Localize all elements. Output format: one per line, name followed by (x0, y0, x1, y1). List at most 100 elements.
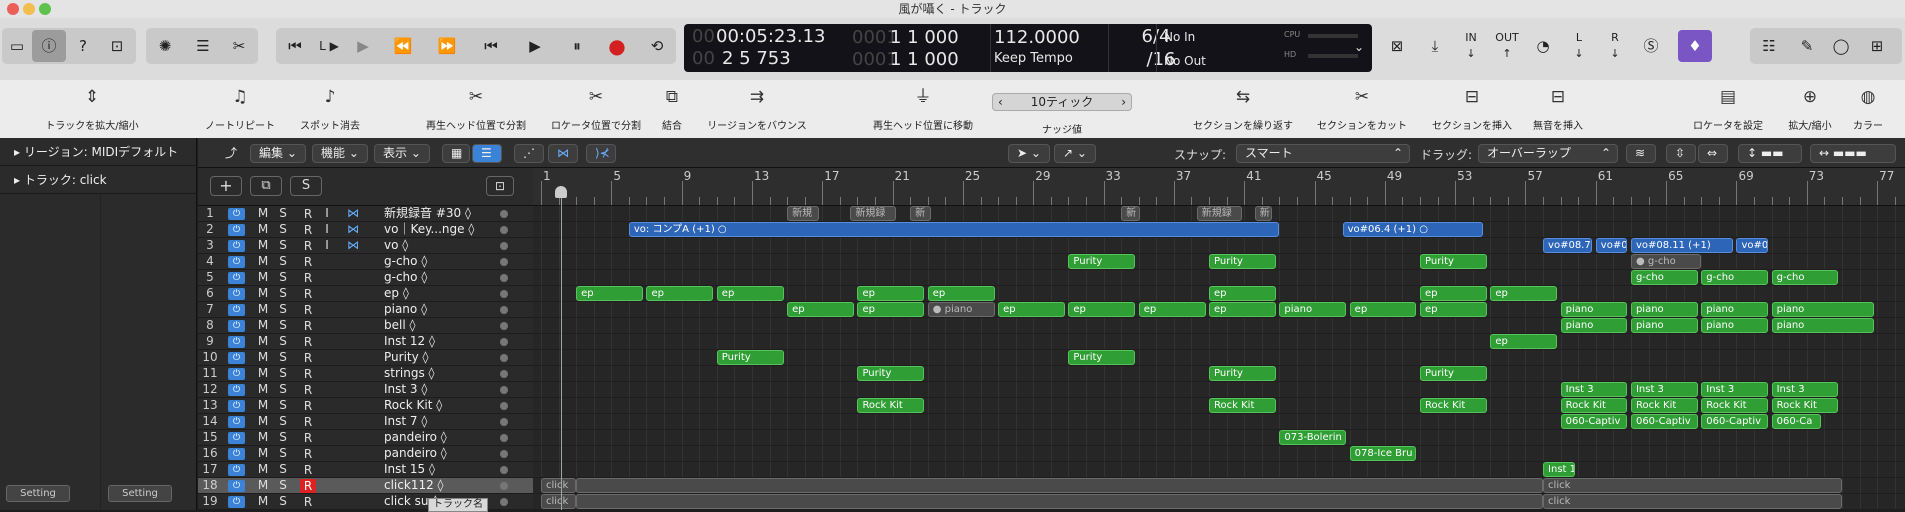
region[interactable]: Rock Kit (1209, 398, 1276, 413)
pointer-tool-icon[interactable]: ➤ ⌄ (1008, 144, 1050, 163)
track-name[interactable]: click112 ◊ (384, 478, 443, 493)
record-enable-button[interactable]: R (300, 383, 316, 397)
track-name[interactable]: piano ◊ (384, 302, 427, 317)
record-enable-button[interactable]: R (300, 255, 316, 269)
region[interactable]: vo#0 (1736, 238, 1769, 253)
region[interactable] (576, 478, 1544, 493)
track-row[interactable]: 14 ⏻ M S R Inst 7 ◊ (198, 414, 533, 430)
catch-playhead-icon[interactable]: ⊡ (486, 176, 514, 196)
region[interactable]: ep (1138, 302, 1206, 317)
solo-button[interactable]: S (276, 446, 290, 461)
solo-button[interactable]: S (276, 318, 290, 333)
power-icon[interactable]: ⏻ (228, 432, 245, 444)
track-row[interactable]: 2 ⏻ M S R I ⋈ vo｜Key...nge ◊ (198, 222, 533, 238)
region[interactable]: 新 (910, 206, 932, 221)
waveform-zoom-icon[interactable]: ≋ (1626, 144, 1656, 163)
power-icon[interactable]: ⏻ (228, 272, 245, 284)
vertical-fit-icon[interactable]: ⇳ (1666, 144, 1696, 163)
region[interactable]: vo: コンプA (+1) ○ (628, 222, 1280, 237)
arrangement-area[interactable]: 新規 新規録新新新規録新 vo: コンプA (+1) ○ vo#06.4 (+1) ○… (533, 206, 1905, 510)
mute-button[interactable]: M (256, 302, 270, 317)
mute-button[interactable]: M (256, 286, 270, 301)
punch-out-button[interactable]: OUT ↑ (1490, 30, 1524, 62)
punch-in-button[interactable]: IN ↓ (1454, 30, 1488, 62)
region[interactable]: Rock Kit (1630, 398, 1698, 413)
horizontal-zoom-slider[interactable]: ↔ ▬▬▬ (1810, 144, 1896, 163)
close-window-button[interactable] (7, 3, 19, 15)
region[interactable]: Purity (1420, 366, 1487, 381)
track-zoom-tool[interactable]: ⇕ トラックを拡大/縮小 (32, 86, 152, 132)
inspector-icon[interactable]: ⓘ (32, 30, 66, 62)
region[interactable]: ep (927, 286, 995, 301)
mute-button[interactable]: M (256, 270, 270, 285)
power-icon[interactable]: ⏻ (228, 224, 245, 236)
power-icon[interactable]: ⏻ (228, 320, 245, 332)
power-icon[interactable]: ⏻ (228, 368, 245, 380)
track-row[interactable]: 4 ⏻ M S Rg-cho ◊ (198, 254, 533, 270)
region[interactable]: piano (1279, 302, 1347, 317)
region[interactable]: g-cho (1771, 270, 1839, 285)
power-icon[interactable]: ⏻ (228, 304, 245, 316)
region[interactable]: ● piano (927, 302, 995, 317)
region[interactable]: ep (1209, 286, 1276, 301)
chevron-left-icon[interactable]: ‹ (998, 94, 1003, 110)
region[interactable] (576, 494, 1544, 509)
mute-button[interactable]: M (256, 398, 270, 413)
region[interactable]: 060-Captiv (1701, 414, 1769, 429)
quick-help-icon[interactable]: ? (66, 30, 100, 62)
chevron-right-icon[interactable]: › (1121, 94, 1126, 110)
solo-button[interactable]: S (276, 350, 290, 365)
track-row[interactable]: 12 ⏻ M S R Inst 3 ◊ (198, 382, 533, 398)
track-row[interactable]: 17 ⏻ M S R Inst 15 ◊ (198, 462, 533, 478)
mute-button[interactable]: M (256, 334, 270, 349)
region[interactable]: Purity (1209, 366, 1276, 381)
region[interactable]: Purity (716, 350, 784, 365)
record-enable-button[interactable]: R (300, 447, 316, 461)
region[interactable]: piano (1630, 302, 1698, 317)
region[interactable]: 新 (1121, 206, 1141, 221)
editors-scissors-icon[interactable]: ✂ (222, 30, 256, 62)
region[interactable]: Rock Kit (1701, 398, 1769, 413)
mute-button[interactable]: M (256, 350, 270, 365)
solo-button[interactable]: S (276, 238, 290, 253)
spot-erase-tool[interactable]: ♪ スポット消去 (270, 86, 390, 132)
solo-button[interactable]: S (276, 206, 290, 221)
right-locator-button[interactable]: R ↓ (1598, 30, 1632, 62)
track-name[interactable]: Inst 3 ◊ (384, 382, 427, 397)
mute-button[interactable]: M (256, 222, 270, 237)
region[interactable]: ep (576, 286, 643, 301)
solo-button[interactable]: S (276, 334, 290, 349)
region[interactable]: ep (1420, 302, 1487, 317)
record-enable-button[interactable]: R (300, 415, 316, 429)
global-solo-button[interactable]: S (290, 176, 322, 196)
solo-button[interactable]: S (276, 382, 290, 397)
snap-select[interactable]: スマート ⌃ (1236, 144, 1410, 163)
power-icon[interactable]: ⏻ (228, 400, 245, 412)
add-track-button[interactable]: + (210, 176, 242, 196)
autopunch-icon[interactable]: ⊠ (1380, 30, 1414, 62)
region[interactable]: ep (716, 286, 784, 301)
list-editors-icon[interactable]: ☷ (1752, 30, 1786, 62)
mute-button[interactable]: M (256, 206, 270, 221)
track-name[interactable]: g-cho ◊ (384, 254, 427, 269)
power-icon[interactable]: ⏻ (228, 256, 245, 268)
track-inspector-header[interactable]: ▸ トラック: click (0, 166, 197, 194)
power-icon[interactable]: ⏻ (228, 496, 245, 508)
playhead[interactable] (561, 190, 562, 510)
track-row[interactable]: 13 ⏻ M S R Rock Kit ◊ (198, 398, 533, 414)
catch-icon[interactable]: ⟩⊀ (586, 144, 616, 163)
region[interactable]: 078-Ice Bru (1349, 446, 1417, 461)
region[interactable]: vo#08.11 (+1) (1630, 238, 1733, 253)
mixer-icon[interactable]: ☰ (186, 30, 220, 62)
region[interactable]: ep (1420, 286, 1487, 301)
go-to-start-icon[interactable]: ⏮ (474, 30, 508, 62)
track-row[interactable]: 16 ⏻ M S Rpandeiro ◊ (198, 446, 533, 462)
track-row[interactable]: 1 ⏻ M S R I ⋈ 新規録音 #30 ◊ (198, 206, 533, 222)
region[interactable]: piano (1560, 318, 1628, 333)
record-enable-button[interactable]: R (300, 463, 316, 477)
timeline-ruler[interactable]: 1 5 9 13 17 21 25 29 33 37 41 45 49 53 57 61 65 69 73 77 (533, 168, 1905, 206)
region[interactable]: 060-Ca (1771, 414, 1821, 429)
solo-button[interactable]: S (276, 494, 290, 509)
solo-button[interactable]: S (276, 302, 290, 317)
note-pad-icon[interactable]: ✎ (1790, 30, 1824, 62)
